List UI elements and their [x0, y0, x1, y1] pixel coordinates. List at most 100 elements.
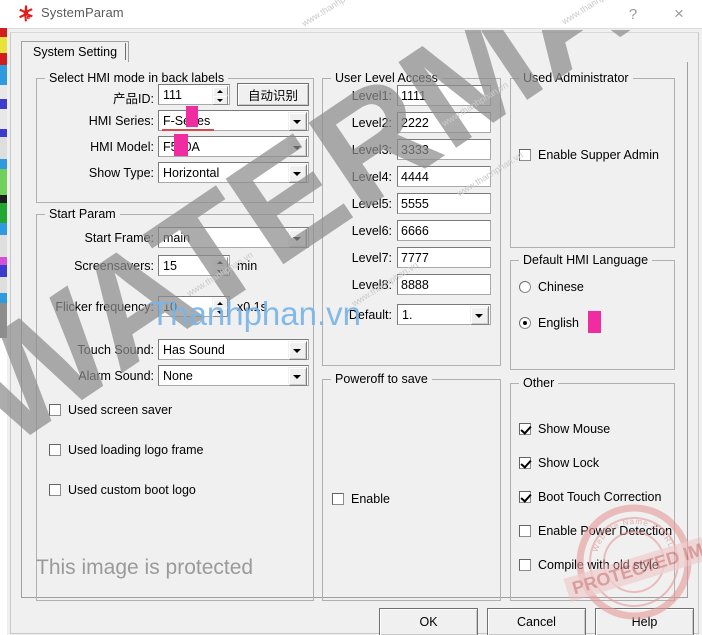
default-level-combobox[interactable]: 1.	[397, 304, 491, 325]
product-id-value: 111	[163, 88, 183, 102]
alarm-sound-combobox[interactable]: None	[158, 365, 309, 386]
level7-input[interactable]: 7777	[397, 247, 491, 268]
checkbox-used-loading-logo-frame-label: Used loading logo frame	[68, 443, 204, 457]
hmi-series-label: HMI Series:	[88, 114, 154, 128]
tab-system-setting[interactable]: System Setting	[21, 41, 130, 63]
groupbox-start-param-title: Start Param	[45, 207, 120, 221]
start-frame-value: main	[163, 231, 191, 245]
checkbox-box-icon[interactable]	[519, 559, 531, 571]
checkbox-used-screen-saver-label: Used screen saver	[68, 403, 173, 417]
left-edge-color-strip	[0, 28, 7, 338]
checkbox-box-icon[interactable]	[519, 525, 531, 537]
checkbox-show-mouse-label: Show Mouse	[538, 422, 611, 436]
flicker-frequency-value: 10	[163, 300, 177, 314]
red-cross-logo-icon: S	[19, 5, 33, 22]
checkbox-box-icon[interactable]	[49, 444, 61, 456]
radio-language-chinese-label: Chinese	[538, 280, 584, 294]
auto-detect-button[interactable]: 自动识别	[237, 83, 309, 106]
auto-detect-button-label: 自动识别	[247, 89, 298, 103]
flicker-frequency-spin-down[interactable]	[212, 307, 228, 317]
level3-label: Level3:	[351, 143, 392, 157]
ok-button[interactable]: OK	[379, 608, 478, 635]
checkbox-box-icon[interactable]	[519, 457, 531, 469]
groupbox-hmi-mode-title: Select HMI mode in back labels	[45, 71, 229, 85]
checkbox-box-icon[interactable]	[519, 491, 531, 503]
alarm-sound-value: None	[163, 369, 193, 383]
chevron-down-icon[interactable]	[288, 138, 307, 157]
cancel-button-label: Cancel	[517, 615, 556, 629]
hmi-model-highlight-marker	[174, 134, 188, 156]
checkbox-box-icon[interactable]	[332, 493, 344, 505]
chevron-down-icon[interactable]	[470, 306, 489, 325]
groupbox-default-hmi-language-title: Default HMI Language	[519, 253, 653, 267]
radio-circle-icon[interactable]	[519, 281, 531, 293]
product-id-spinner[interactable]: 111	[158, 84, 230, 105]
hmi-model-label: HMI Model:	[90, 140, 154, 154]
level3-input[interactable]: 3333	[397, 139, 491, 160]
screensavers-spin-down[interactable]	[212, 266, 228, 276]
title-bar: S SystemParam ? ×	[7, 0, 702, 28]
checkbox-box-icon[interactable]	[519, 149, 531, 161]
show-type-combobox[interactable]: Horizontal	[158, 162, 309, 183]
level8-input[interactable]: 8888	[397, 274, 491, 295]
checkbox-box-icon[interactable]	[49, 404, 61, 416]
tab-system-setting-label: System Setting	[33, 45, 118, 59]
groupbox-used-administrator-title: Used Administrator	[519, 71, 633, 85]
groupbox-used-administrator: Used Administrator	[510, 71, 675, 248]
alarm-sound-label: Alarm Sound:	[78, 369, 154, 383]
radio-circle-icon[interactable]	[519, 317, 531, 329]
touch-sound-combobox[interactable]: Has Sound	[158, 339, 309, 360]
start-frame-combobox[interactable]: main	[158, 227, 309, 248]
watermark-protected-stamp: Website Name & URL Here PROTECTED IMAGE	[556, 500, 702, 620]
hmi-series-underline	[162, 129, 214, 131]
flicker-frequency-spinner[interactable]: 10	[158, 296, 230, 317]
start-frame-label: Start Frame:	[84, 231, 154, 245]
hmi-series-combobox[interactable]: F-Series	[158, 110, 309, 131]
level1-input[interactable]: 1111	[397, 85, 491, 106]
chevron-down-icon[interactable]	[288, 112, 307, 131]
show-type-label: Show Type:	[88, 166, 154, 180]
default-level-value: 1.	[402, 308, 413, 322]
level2-input[interactable]: 2222	[397, 112, 491, 133]
level5-input[interactable]: 5555	[397, 193, 491, 214]
ok-button-label: OK	[419, 615, 438, 629]
product-id-label: 产品ID:	[113, 92, 154, 106]
chevron-down-icon[interactable]	[288, 367, 307, 386]
chevron-down-icon[interactable]	[288, 341, 307, 360]
screensavers-value: 15	[163, 259, 177, 273]
level2-label: Level2:	[351, 116, 392, 130]
flicker-frequency-label: Flicker frequency:	[55, 300, 154, 314]
groupbox-poweroff-to-save: Poweroff to save	[322, 372, 501, 601]
checkbox-used-custom-boot-logo-label: Used custom boot logo	[68, 483, 196, 497]
touch-sound-value: Has Sound	[163, 343, 225, 357]
screensavers-spinner[interactable]: 15	[158, 255, 230, 276]
screensavers-label: Screensavers:	[74, 259, 154, 273]
level4-input[interactable]: 4444	[397, 166, 491, 187]
svg-text:S: S	[28, 15, 31, 20]
touch-sound-label: Touch Sound:	[77, 343, 154, 357]
level6-label: Level6:	[351, 224, 392, 238]
show-type-value: Horizontal	[163, 166, 220, 180]
tab-focus-caret	[125, 43, 126, 60]
groupbox-poweroff-to-save-title: Poweroff to save	[331, 372, 432, 386]
close-button[interactable]: ×	[656, 0, 702, 28]
product-id-spin-down[interactable]	[212, 95, 228, 105]
level8-label: Level8:	[351, 278, 392, 292]
level7-label: Level7:	[351, 251, 392, 265]
level6-input[interactable]: 6666	[397, 220, 491, 241]
help-button[interactable]: ?	[610, 0, 656, 28]
checkbox-enable-supper-admin-label: Enable Supper Admin	[538, 148, 659, 162]
chevron-down-icon[interactable]	[288, 164, 307, 183]
level1-label: Level1:	[351, 89, 392, 103]
checkbox-show-lock-label: Show Lock	[538, 456, 600, 470]
checkbox-poweroff-enable-label: Enable	[351, 492, 390, 506]
level5-label: Level5:	[351, 197, 392, 211]
english-highlight-marker	[588, 311, 601, 333]
checkbox-box-icon[interactable]	[519, 423, 531, 435]
chevron-down-icon[interactable]	[288, 229, 307, 248]
checkbox-box-icon[interactable]	[49, 484, 61, 496]
default-level-label: Default:	[348, 308, 392, 322]
groupbox-other-title: Other	[519, 376, 559, 390]
level4-label: Level4:	[351, 170, 392, 184]
hmi-series-highlight-marker	[186, 106, 198, 127]
